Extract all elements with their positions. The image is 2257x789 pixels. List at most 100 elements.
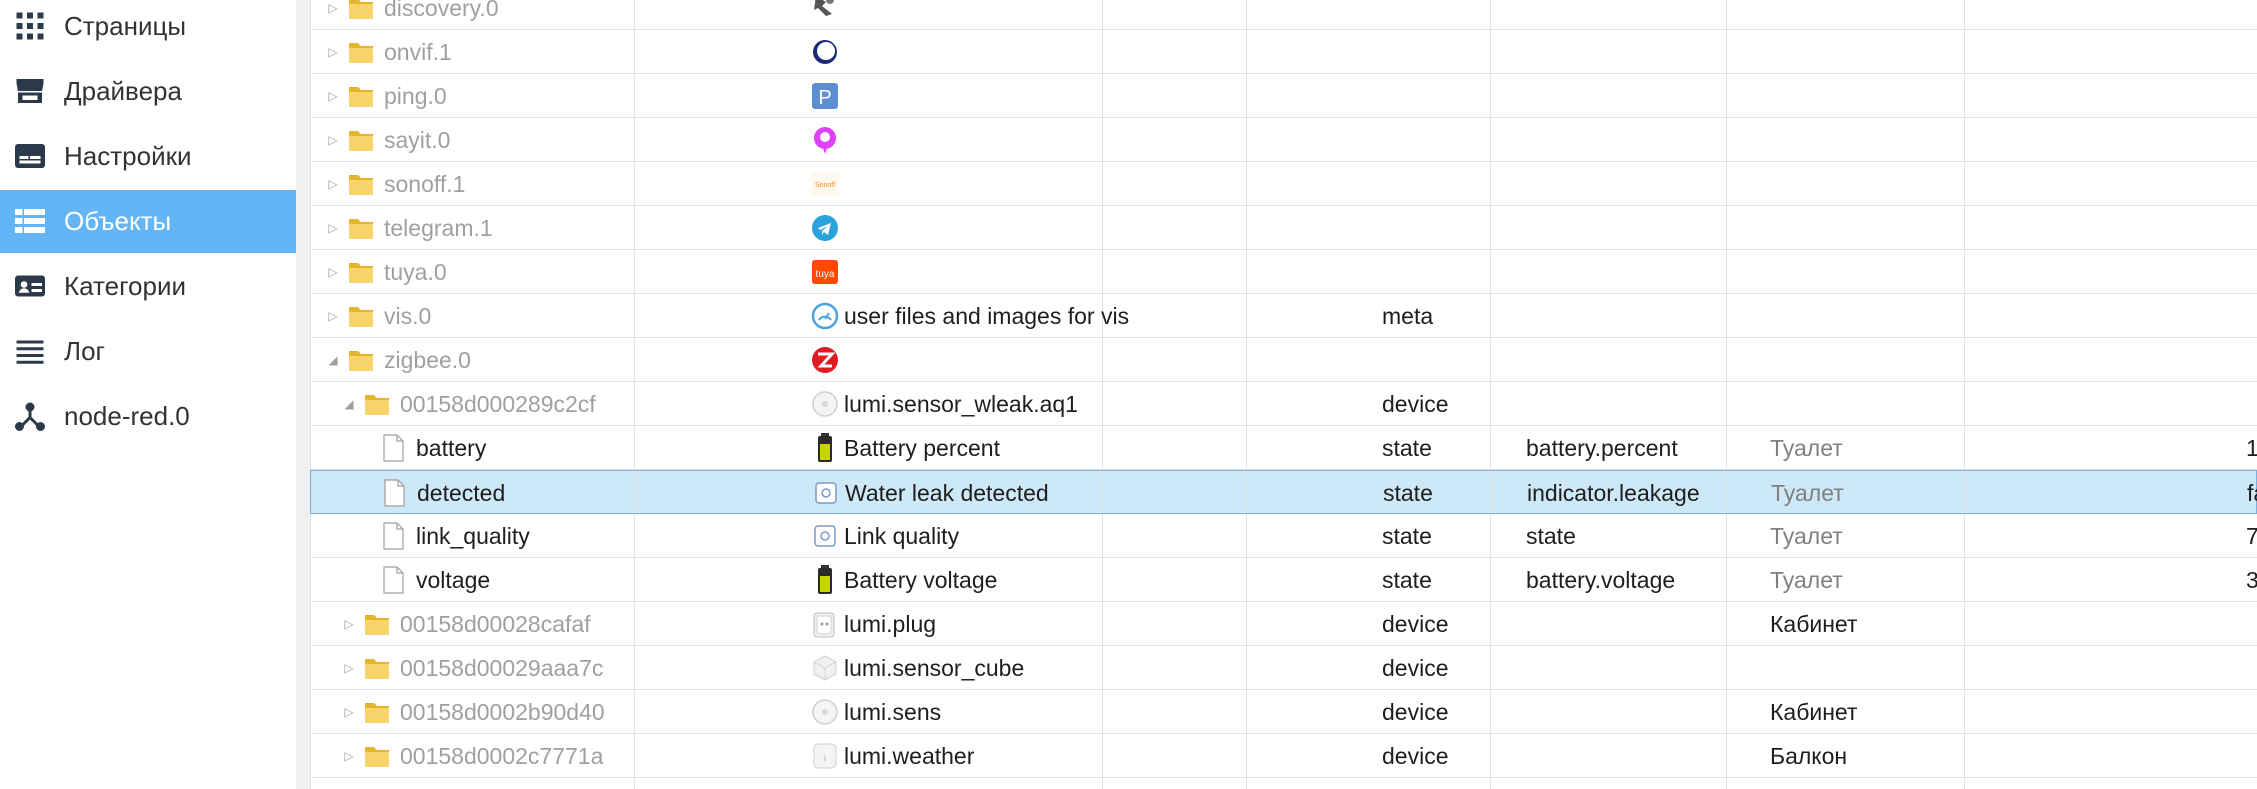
tree-row[interactable]: ▷ 00158d00029aaa7c lumi.sensor_cube device xyxy=(310,646,2257,690)
expand-toggle-icon[interactable]: ▷ xyxy=(326,308,340,324)
object-value[interactable]: 100 % xyxy=(2246,426,2257,470)
cell-divider xyxy=(1726,74,1727,117)
object-value[interactable]: 73 xyxy=(2246,514,2257,558)
object-id: link_quality xyxy=(416,523,530,549)
store-icon xyxy=(12,73,48,109)
expand-toggle-icon[interactable]: ▷ xyxy=(342,616,356,632)
object-type: state xyxy=(1382,435,1432,461)
object-type: meta xyxy=(1382,303,1434,329)
cell-divider xyxy=(1964,206,1965,249)
tree-row[interactable]: ▷ xyxy=(310,778,2257,789)
tree-row[interactable]: ▷ telegram.1 xyxy=(310,206,2257,250)
tree-row[interactable]: ▷ sayit.0 xyxy=(310,118,2257,162)
tree-row[interactable]: ▷ discovery.0 xyxy=(310,0,2257,30)
object-room: Туалет xyxy=(1770,567,1843,593)
tree-row[interactable]: ◢ 00158d000289c2cf lumi.sensor_wleak.aq1 de… xyxy=(310,382,2257,426)
cell-divider xyxy=(1246,646,1247,689)
cell-divider xyxy=(1102,602,1103,645)
sensor-disc-icon xyxy=(810,388,840,420)
cell-divider xyxy=(1102,646,1103,689)
cell-divider xyxy=(1102,338,1103,381)
hub-icon xyxy=(12,398,48,434)
cell-divider xyxy=(634,558,635,601)
object-name: user files and images for vis xyxy=(844,303,1130,329)
cell-divider xyxy=(634,250,635,293)
expand-toggle-icon[interactable]: ▷ xyxy=(342,660,356,676)
cell-divider xyxy=(1726,0,1727,29)
sidebar-item-objects[interactable]: Объекты xyxy=(0,190,296,253)
object-id: voltage xyxy=(416,567,491,593)
cell-divider xyxy=(1726,382,1727,425)
file-icon xyxy=(380,434,406,462)
tree-row[interactable]: ▷ 00158d00028cafaf lumi.plug device Кабинет xyxy=(310,602,2257,646)
sidebar-item-label: node-red.0 xyxy=(64,401,190,431)
folder-icon xyxy=(348,258,374,286)
cell-divider xyxy=(1246,250,1247,293)
sidebar-item-label: Объекты xyxy=(64,206,172,236)
tree-row[interactable]: ▷ sonoff.1 Sonoff xyxy=(310,162,2257,206)
cell-divider xyxy=(1102,690,1103,733)
sensor-disc-icon xyxy=(810,696,840,728)
sidebar-item-settings[interactable]: Настройки xyxy=(0,125,296,188)
cell-divider xyxy=(634,338,635,381)
cell-divider xyxy=(1726,646,1727,689)
cell-divider xyxy=(1246,602,1247,645)
cell-divider xyxy=(634,734,635,777)
folder-icon xyxy=(348,170,374,198)
cell-divider xyxy=(1246,118,1247,161)
expand-toggle-icon[interactable]: ▷ xyxy=(326,220,340,236)
cell-divider xyxy=(634,382,635,425)
tree-row[interactable]: ▷ 00158d0002b90d40 lumi.sens device Кабинет xyxy=(310,690,2257,734)
object-name: lumi.plug xyxy=(844,611,937,637)
tree-row[interactable]: ▷ ping.0 P xyxy=(310,74,2257,118)
expand-toggle-icon[interactable]: ▷ xyxy=(342,704,356,720)
tuya-icon: tuya xyxy=(810,256,840,288)
cell-divider xyxy=(1246,734,1247,777)
object-name: Water leak detected xyxy=(845,480,1049,506)
main-area: ▷ discovery.0 ▷ onvif.1 ▷ ping.0 P ▷ sayit.0 ▷ son… xyxy=(296,0,2257,789)
tree-row[interactable]: voltage Battery voltage state battery.volta… xyxy=(310,558,2257,602)
object-value[interactable]: 3.135 V xyxy=(2246,558,2257,602)
cell-divider xyxy=(1490,558,1491,601)
cell-divider xyxy=(1964,382,1965,425)
sidebar-item-label: Лог xyxy=(64,336,106,366)
sidebar-item-drivers[interactable]: Драйвера xyxy=(0,60,296,123)
object-value[interactable]: false xyxy=(2247,471,2257,515)
state-square-icon xyxy=(810,520,840,552)
file-icon xyxy=(380,566,406,594)
expand-toggle-icon[interactable]: ▷ xyxy=(326,44,340,60)
tree-row[interactable]: ▷ 00158d0002c7771a i lumi.weather device Балк… xyxy=(310,734,2257,778)
cell-divider xyxy=(1964,646,1965,689)
object-role: state xyxy=(1526,523,1576,549)
object-name: lumi.sensor_wleak.aq1 xyxy=(844,391,1078,417)
cell-divider xyxy=(1102,382,1103,425)
cell-divider xyxy=(634,74,635,117)
expand-toggle-icon[interactable]: ▷ xyxy=(326,88,340,104)
expand-toggle-icon[interactable]: ▷ xyxy=(326,264,340,280)
cell-divider xyxy=(1490,162,1491,205)
cell-divider xyxy=(1964,162,1965,205)
tree-row[interactable]: ◢ zigbee.0 xyxy=(310,338,2257,382)
sidebar-item-label: Категории xyxy=(64,271,186,301)
tree-row[interactable]: battery Battery percent state battery.perce… xyxy=(310,426,2257,470)
tree-row[interactable]: ▷ tuya.0 tuya xyxy=(310,250,2257,294)
expand-toggle-icon[interactable]: ▷ xyxy=(326,176,340,192)
expand-toggle-icon[interactable]: ▷ xyxy=(326,132,340,148)
tree-row[interactable]: detected Water leak detected state indicato… xyxy=(310,470,2257,514)
cell-divider xyxy=(1726,602,1727,645)
sidebar-item-pages[interactable]: Страницы xyxy=(0,0,296,58)
sidebar-item-categories[interactable]: Категории xyxy=(0,255,296,318)
expand-toggle-icon[interactable]: ▷ xyxy=(326,0,340,16)
sidebar-item-log[interactable]: Лог xyxy=(0,320,296,383)
cell-divider xyxy=(1964,602,1965,645)
battery-icon xyxy=(810,432,840,464)
tree-row[interactable]: link_quality Link quality state state Туалет… xyxy=(310,514,2257,558)
expand-toggle-icon[interactable]: ▷ xyxy=(342,748,356,764)
cell-divider xyxy=(1726,338,1727,381)
tree-row[interactable]: ▷ onvif.1 xyxy=(310,30,2257,74)
collapse-toggle-icon[interactable]: ◢ xyxy=(342,396,356,412)
sidebar-item-node-red[interactable]: node-red.0 xyxy=(0,385,296,448)
folder-icon xyxy=(364,698,390,726)
collapse-toggle-icon[interactable]: ◢ xyxy=(326,352,340,368)
tree-row[interactable]: ▷ vis.0 user files and images for vis meta xyxy=(310,294,2257,338)
